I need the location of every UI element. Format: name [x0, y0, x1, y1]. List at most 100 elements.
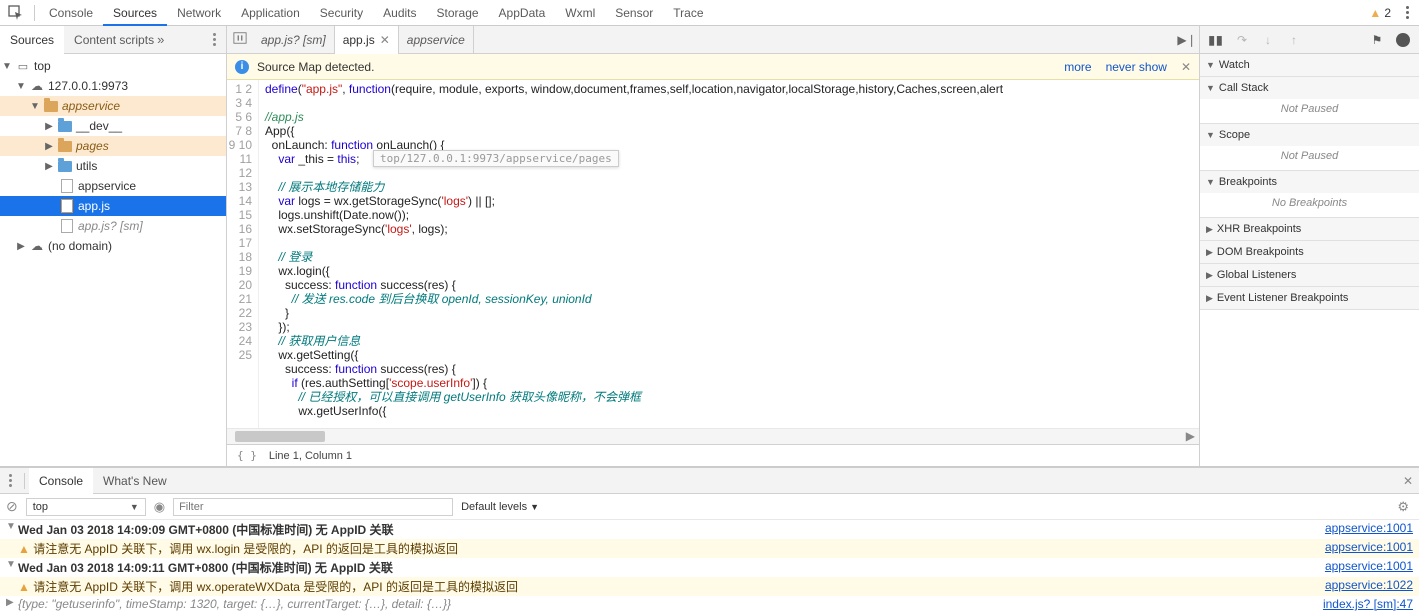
code-body[interactable]: define("app.js", function(require, modul…: [259, 80, 1199, 428]
close-tab-icon[interactable]: ✕: [380, 26, 390, 54]
section-title: DOM Breakpoints: [1217, 246, 1304, 258]
log-levels[interactable]: Default levels ▼: [461, 501, 539, 513]
top-tab-audits[interactable]: Audits: [373, 0, 426, 26]
step-out-icon[interactable]: ↑: [1286, 32, 1302, 48]
console-source-link[interactable]: index.js? [sm]:47: [1323, 597, 1413, 611]
pause-on-exceptions-icon[interactable]: [1395, 32, 1411, 48]
section-title: XHR Breakpoints: [1217, 223, 1301, 235]
tree-appservice-file[interactable]: appservice: [0, 176, 226, 196]
debugger-section-header[interactable]: ▼Scope: [1200, 124, 1419, 146]
step-into-icon[interactable]: ↓: [1260, 32, 1276, 48]
tree-label: 127.0.0.1:9973: [48, 79, 128, 93]
filter-input[interactable]: [173, 498, 453, 516]
top-tab-appdata[interactable]: AppData: [489, 0, 556, 26]
more-icon[interactable]: [1401, 4, 1413, 22]
warning-count-value: 2: [1384, 6, 1391, 20]
debugger-section-header[interactable]: ▶Global Listeners: [1200, 264, 1419, 286]
left-tab-content-scripts[interactable]: Content scripts »: [64, 26, 174, 54]
tree-pages[interactable]: pages: [0, 136, 226, 156]
tree-top[interactable]: top: [0, 56, 226, 76]
console-source-link[interactable]: appservice:1022: [1325, 578, 1413, 592]
debugger-section-header[interactable]: ▼Watch: [1200, 54, 1419, 76]
pretty-print-icon[interactable]: { }: [237, 449, 257, 462]
console-line[interactable]: ▶{type: "getuserinfo", timeStamp: 1320, …: [0, 596, 1419, 612]
debugger-section-header[interactable]: ▶Event Listener Breakpoints: [1200, 287, 1419, 309]
tree-appjs[interactable]: app.js: [0, 196, 226, 216]
editor-statusbar: { } Line 1, Column 1: [227, 444, 1199, 466]
cloud-icon: [29, 78, 45, 94]
scroll-right-icon[interactable]: ▶: [1186, 429, 1195, 443]
top-tab-storage[interactable]: Storage: [427, 0, 489, 26]
tree-domain[interactable]: 127.0.0.1:9973: [0, 76, 226, 96]
top-tab-application[interactable]: Application: [231, 0, 310, 26]
chevron-down-icon: ▼: [530, 502, 539, 512]
debugger-section-header[interactable]: ▶XHR Breakpoints: [1200, 218, 1419, 240]
console-source-link[interactable]: appservice:1001: [1325, 559, 1413, 573]
console-line[interactable]: ▼Wed Jan 03 2018 14:09:11 GMT+0800 (中国标准…: [0, 558, 1419, 577]
console-output[interactable]: ▼Wed Jan 03 2018 14:09:09 GMT+0800 (中国标准…: [0, 520, 1419, 612]
tree-dev[interactable]: __dev__: [0, 116, 226, 136]
debugger-section-header[interactable]: ▼Call Stack: [1200, 77, 1419, 99]
gear-icon[interactable]: ⚙: [1397, 499, 1409, 515]
pause-icon[interactable]: ▮▮: [1208, 32, 1224, 48]
top-tab-sensor[interactable]: Sensor: [605, 0, 663, 26]
tree-no-domain[interactable]: (no domain): [0, 236, 226, 256]
console-line[interactable]: ▼Wed Jan 03 2018 14:09:09 GMT+0800 (中国标准…: [0, 520, 1419, 539]
debugger-section-header[interactable]: ▶DOM Breakpoints: [1200, 241, 1419, 263]
console-source-link[interactable]: appservice:1001: [1325, 540, 1413, 554]
whats-new-tab[interactable]: What's New: [93, 468, 177, 494]
top-tab-wxml[interactable]: Wxml: [555, 0, 605, 26]
history-icon[interactable]: [227, 31, 253, 48]
left-tab-sources[interactable]: Sources: [0, 26, 64, 54]
top-tab-console[interactable]: Console: [39, 0, 103, 26]
code-editor[interactable]: 1 2 3 4 5 6 7 8 9 10 11 12 13 14 15 16 1…: [227, 80, 1199, 428]
left-more-icon[interactable]: [208, 33, 220, 46]
expand-icon[interactable]: ▼: [6, 559, 18, 570]
editor-tab[interactable]: appservice: [399, 26, 474, 54]
tree-appservice[interactable]: appservice: [0, 96, 226, 116]
clear-console-icon[interactable]: ⊘: [6, 498, 18, 515]
context-selector[interactable]: top ▼: [26, 498, 146, 516]
console-message: ▲ 请注意无 AppID 关联下，调用 wx.login 是受限的，API 的返…: [18, 540, 1315, 557]
expand-icon[interactable]: ▶: [6, 597, 18, 608]
live-expressions-icon[interactable]: ◉: [154, 499, 165, 515]
warning-icon: ▲: [1369, 6, 1381, 20]
section-body: No Breakpoints: [1200, 193, 1419, 217]
tree-utils[interactable]: utils: [0, 156, 226, 176]
info-icon: i: [235, 60, 249, 74]
infobar-text: Source Map detected.: [257, 60, 374, 74]
step-over-icon[interactable]: ↷: [1234, 32, 1250, 48]
section-title: Global Listeners: [1217, 269, 1297, 281]
debugger-section-header[interactable]: ▼Breakpoints: [1200, 171, 1419, 193]
infobar-more-link[interactable]: more: [1064, 60, 1091, 74]
tree-label: appservice: [78, 179, 136, 193]
tree-appjs-sm[interactable]: app.js? [sm]: [0, 216, 226, 236]
close-icon[interactable]: ✕: [1181, 60, 1191, 74]
editor-tab-label: app.js? [sm]: [261, 26, 326, 54]
editor-tab[interactable]: app.js✕: [335, 26, 399, 54]
top-tab-sources[interactable]: Sources: [103, 0, 167, 26]
console-line[interactable]: ▲ 请注意无 AppID 关联下，调用 wx.login 是受限的，API 的返…: [0, 539, 1419, 558]
debugger-toolbar: ▮▮ ↷ ↓ ↑ ⚑: [1200, 26, 1419, 54]
tree-label: appservice: [62, 99, 120, 113]
console-line[interactable]: ▲ 请注意无 AppID 关联下，调用 wx.operateWXData 是受限…: [0, 577, 1419, 596]
top-tab-security[interactable]: Security: [310, 0, 373, 26]
top-tab-network[interactable]: Network: [167, 0, 231, 26]
console-message: Wed Jan 03 2018 14:09:11 GMT+0800 (中国标准时…: [18, 559, 1315, 576]
scrollbar-thumb[interactable]: [235, 431, 325, 442]
inspect-icon[interactable]: [6, 3, 26, 23]
section-title: Breakpoints: [1219, 176, 1277, 188]
infobar-never-link[interactable]: never show: [1106, 60, 1167, 74]
console-tab[interactable]: Console: [29, 468, 93, 494]
tree-label: pages: [76, 139, 109, 153]
deactivate-breakpoints-icon[interactable]: ⚑: [1369, 32, 1385, 48]
warning-count[interactable]: ▲ 2: [1369, 6, 1391, 20]
editor-tab[interactable]: app.js? [sm]: [253, 26, 335, 54]
console-source-link[interactable]: appservice:1001: [1325, 521, 1413, 535]
drawer-more-icon[interactable]: [4, 474, 16, 487]
close-drawer-icon[interactable]: ✕: [1397, 474, 1419, 488]
horizontal-scrollbar[interactable]: ▶: [227, 428, 1199, 444]
fullscreen-icon[interactable]: ▶❘: [1175, 33, 1199, 47]
top-tab-trace[interactable]: Trace: [663, 0, 713, 26]
expand-icon[interactable]: ▼: [6, 521, 18, 532]
